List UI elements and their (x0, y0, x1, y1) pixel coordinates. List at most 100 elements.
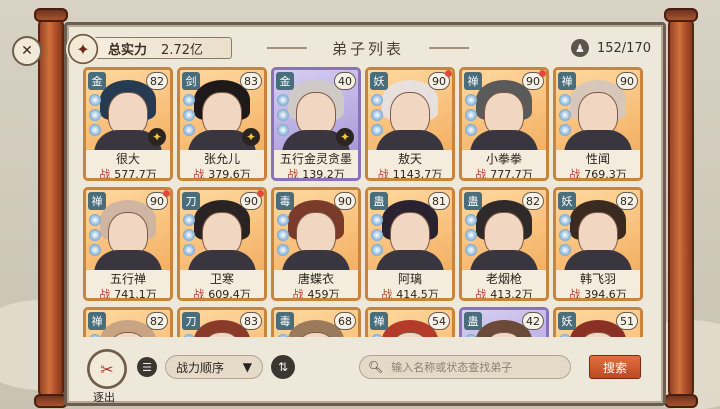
level-badge: 68 (334, 312, 356, 330)
sort-swap-icon: ⇅ (277, 360, 289, 374)
level-badge: 82 (146, 72, 168, 90)
game-screen: ✕ ✦ 总实力 2.72亿 弟子列表 ♟ 152/170 金 82 ✦ 很大战 577.… (0, 0, 720, 409)
power-prefix: 战 (475, 167, 487, 181)
power-prefix: 战 (99, 287, 111, 301)
disciple-power: 战 1143.7万 (368, 166, 452, 181)
level-badge: 82 (146, 312, 168, 330)
search-box[interactable]: 🔍︎ (359, 355, 571, 379)
disciple-name: 阿璃 (368, 270, 452, 286)
disciple-power: 战 414.5万 (368, 286, 452, 298)
sort-order-toggle[interactable]: ⇅ (271, 355, 295, 379)
disciple-power: 战 139.2万 (274, 166, 358, 181)
level-badge: 51 (616, 312, 638, 330)
power-value: 1143.7万 (392, 167, 443, 181)
level-badge: 90 (616, 72, 638, 90)
sect-badge-icon: 禅 (464, 72, 482, 90)
disciple-card[interactable]: 蛊 82 老烟枪战 413.2万 (459, 187, 549, 301)
element-gems (277, 94, 291, 136)
bottom-toolbar: ✂ 逐出 ☰ 战力顺序 ▼ ⇅ 🔍︎ 搜索 (67, 343, 669, 404)
disciple-name: 性闻 (556, 150, 640, 166)
power-prefix: 战 (475, 287, 487, 301)
power-prefix: 战 (193, 287, 205, 301)
disciple-card[interactable]: 妖 51 (553, 307, 643, 337)
sect-badge-icon: 妖 (558, 192, 576, 210)
element-gems (89, 214, 103, 256)
sect-badge-icon: 金 (276, 72, 294, 90)
star-icon: ✦ (242, 128, 260, 146)
disciple-card[interactable]: 禅 82 (83, 307, 173, 337)
sect-badge-icon: 禅 (370, 312, 388, 330)
element-gems (371, 334, 385, 337)
sect-badge-icon: 禅 (88, 312, 106, 330)
level-badge: 40 (334, 72, 356, 90)
element-gems (371, 214, 385, 256)
filter-list-icon: ☰ (142, 360, 152, 374)
power-value: 139.2万 (302, 167, 345, 181)
search-button[interactable]: 搜索 (589, 355, 641, 379)
disciple-card[interactable]: 蛊 81 阿璃战 414.5万 (365, 187, 455, 301)
power-value: 769.3万 (584, 167, 627, 181)
sect-badge-icon: 金 (88, 72, 106, 90)
sect-badge-icon: 蛊 (464, 192, 482, 210)
disciple-power: 战 459万 (274, 286, 358, 298)
disciple-grid[interactable]: 金 82 ✦ 很大战 577.7万剑 83 ✦ 张允儿战 379.6万金 40 ✦ 五行金灵贪墨战 13… (83, 67, 653, 337)
notification-dot (539, 70, 546, 77)
sect-badge-icon: 刀 (182, 192, 200, 210)
element-gems (89, 334, 103, 337)
disciple-card[interactable]: 禅 54 (365, 307, 455, 337)
power-prefix: 战 (287, 167, 299, 181)
back-button[interactable]: ✕ (12, 36, 42, 66)
disciple-card[interactable]: 金 40 ✦ 五行金灵贪墨战 139.2万 (271, 67, 361, 181)
disciple-card[interactable]: 禅 90 小拳拳战 777.7万 (459, 67, 549, 181)
disciple-card[interactable]: 毒 68 (271, 307, 361, 337)
chevron-down-icon: ▼ (242, 360, 252, 374)
disciple-card[interactable]: 妖 90 敖天战 1143.7万 (365, 67, 455, 181)
disciple-name: 张允儿 (180, 150, 264, 166)
disciple-name: 老烟枪 (462, 270, 546, 286)
notification-dot (445, 70, 452, 77)
level-badge: 82 (616, 192, 638, 210)
disciple-power: 战 413.2万 (462, 286, 546, 301)
filter-button[interactable]: ☰ (137, 357, 157, 377)
level-badge: 83 (240, 72, 262, 90)
sort-dropdown-label: 战力顺序 (176, 360, 225, 375)
disciple-card[interactable]: 剑 83 ✦ 张允儿战 379.6万 (177, 67, 267, 181)
disciple-name: 唐蝶衣 (274, 270, 358, 286)
total-power-banner: ✦ 总实力 2.72亿 (66, 32, 232, 66)
level-badge: 90 (334, 192, 356, 210)
disciple-name: 五行禅 (86, 270, 170, 286)
sect-badge-icon: 禅 (558, 72, 576, 90)
element-gems (465, 214, 479, 256)
power-prefix: 战 (193, 167, 205, 181)
notification-dot (257, 190, 264, 197)
power-value: 609.4万 (208, 287, 251, 301)
power-prefix: 战 (569, 287, 581, 301)
disciple-card[interactable]: 毒 90 唐蝶衣战 459万 (271, 187, 361, 301)
search-input[interactable] (391, 360, 552, 374)
disciple-count: ♟ 152/170 (570, 39, 651, 57)
element-gems (559, 214, 573, 256)
notification-dot (163, 190, 170, 197)
element-gems (559, 334, 573, 337)
disciple-name: 敖天 (368, 150, 452, 166)
sort-dropdown[interactable]: 战力顺序 ▼ (165, 355, 263, 379)
disciple-card[interactable]: 禅 90 性闻战 769.3万 (553, 67, 643, 181)
search-icon: 🔍︎ (368, 360, 384, 374)
disciple-card[interactable]: 金 82 ✦ 很大战 577.7万 (83, 67, 173, 181)
disciple-card[interactable]: 刀 90 卫寒战 609.4万 (177, 187, 267, 301)
power-prefix: 战 (569, 167, 581, 181)
sect-badge-icon: 刀 (182, 312, 200, 330)
disciple-card[interactable]: 蛊 42 (459, 307, 549, 337)
element-gems (89, 94, 103, 136)
disciple-count-value: 152/170 (596, 40, 651, 56)
disciple-name: 卫寒 (180, 270, 264, 286)
disciple-card[interactable]: 禅 90 五行禅战 741.1万 (83, 187, 173, 301)
disciple-card[interactable]: 刀 83 (177, 307, 267, 337)
element-gems (465, 334, 479, 337)
expel-button[interactable]: ✂ (87, 349, 127, 389)
disciple-card[interactable]: 妖 82 韩飞羽战 394.6万 (553, 187, 643, 301)
disciple-power: 战 777.7万 (462, 166, 546, 181)
element-gems (183, 214, 197, 256)
expel-icon: ✂ (100, 359, 114, 379)
top-bar: ✦ 总实力 2.72亿 弟子列表 ♟ 152/170 (66, 25, 669, 66)
